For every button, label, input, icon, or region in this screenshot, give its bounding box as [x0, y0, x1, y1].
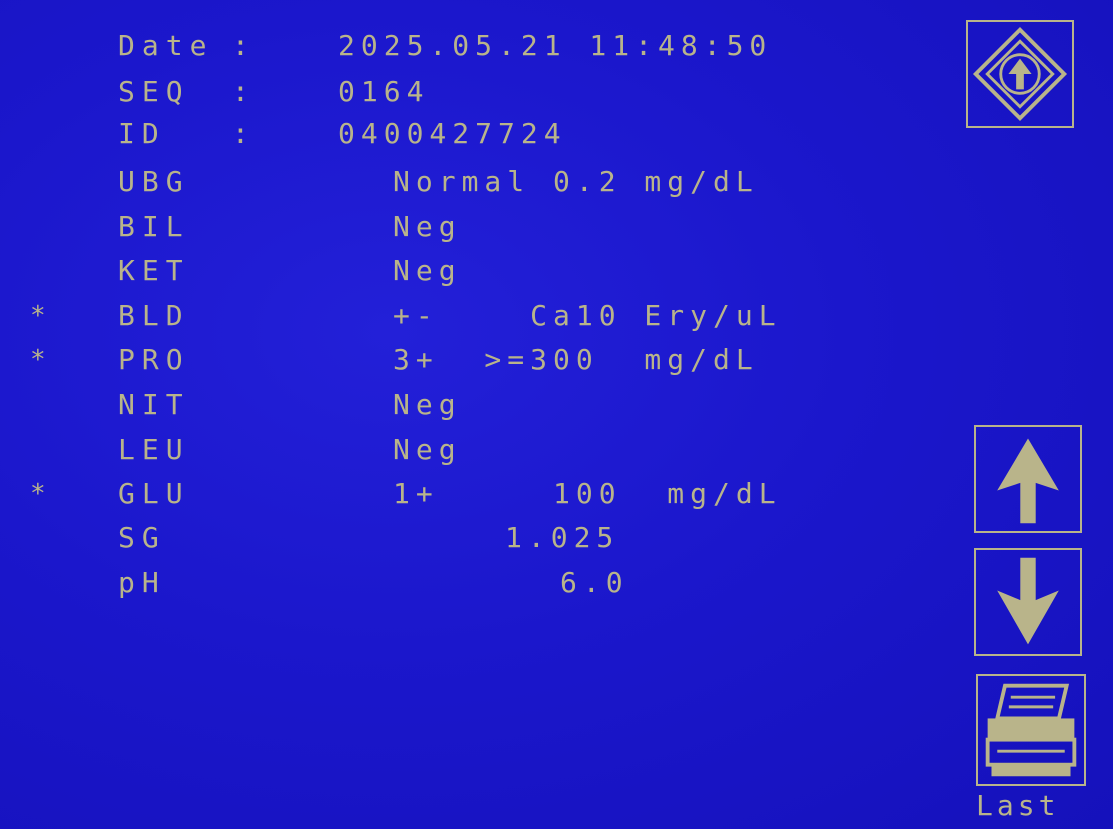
id-separator: : — [232, 117, 255, 150]
down-arrow-icon — [997, 557, 1059, 645]
scroll-up-button[interactable] — [974, 425, 1082, 533]
result-name-bil: BIL — [118, 210, 190, 243]
result-value-bil: Neg — [393, 210, 462, 243]
result-name-bld: BLD — [118, 299, 190, 332]
result-name-nit: NIT — [118, 388, 190, 421]
result-name-ph: pH — [118, 566, 166, 599]
id-label: ID — [118, 117, 166, 150]
scroll-down-button[interactable] — [974, 548, 1082, 656]
result-value-ubg: Normal 0.2 mg/dL — [393, 165, 759, 198]
result-flag-pro: * — [30, 345, 52, 375]
result-name-ubg: UBG — [118, 165, 190, 198]
lcd-screen: Date : 2025.05.21 11:48:50 SEQ : 0164 ID… — [0, 0, 1113, 829]
id-value: 0400427724 — [338, 117, 567, 150]
result-value-sg: 1.025 — [505, 521, 620, 554]
seq-separator: : — [232, 75, 255, 108]
last-label: Last — [976, 789, 1060, 822]
result-value-ph: 6.0 — [560, 566, 629, 599]
seq-label: SEQ — [118, 75, 190, 108]
printer-icon — [985, 683, 1077, 777]
date-separator: : — [232, 29, 255, 62]
result-name-pro: PRO — [118, 343, 190, 376]
date-value: 2025.05.21 11:48:50 — [338, 29, 773, 62]
print-button[interactable] — [976, 674, 1086, 786]
date-label: Date — [118, 29, 214, 62]
seq-value: 0164 — [338, 75, 430, 108]
up-arrow-diamond-icon — [972, 26, 1068, 122]
scroll-top-button[interactable] — [966, 20, 1074, 128]
result-name-ket: KET — [118, 254, 190, 287]
result-value-nit: Neg — [393, 388, 462, 421]
up-arrow-icon — [997, 438, 1059, 524]
result-name-sg: SG — [118, 521, 166, 554]
result-value-glu: 1+ 100 mg/dL — [393, 477, 782, 510]
result-value-ket: Neg — [393, 254, 462, 287]
result-flag-glu: * — [30, 479, 52, 509]
result-value-pro: 3+ >=300 mg/dL — [393, 343, 759, 376]
result-value-bld: +- Ca10 Ery/uL — [393, 299, 782, 332]
result-value-leu: Neg — [393, 433, 462, 466]
result-flag-bld: * — [30, 301, 52, 331]
result-name-leu: LEU — [118, 433, 190, 466]
result-name-glu: GLU — [118, 477, 190, 510]
